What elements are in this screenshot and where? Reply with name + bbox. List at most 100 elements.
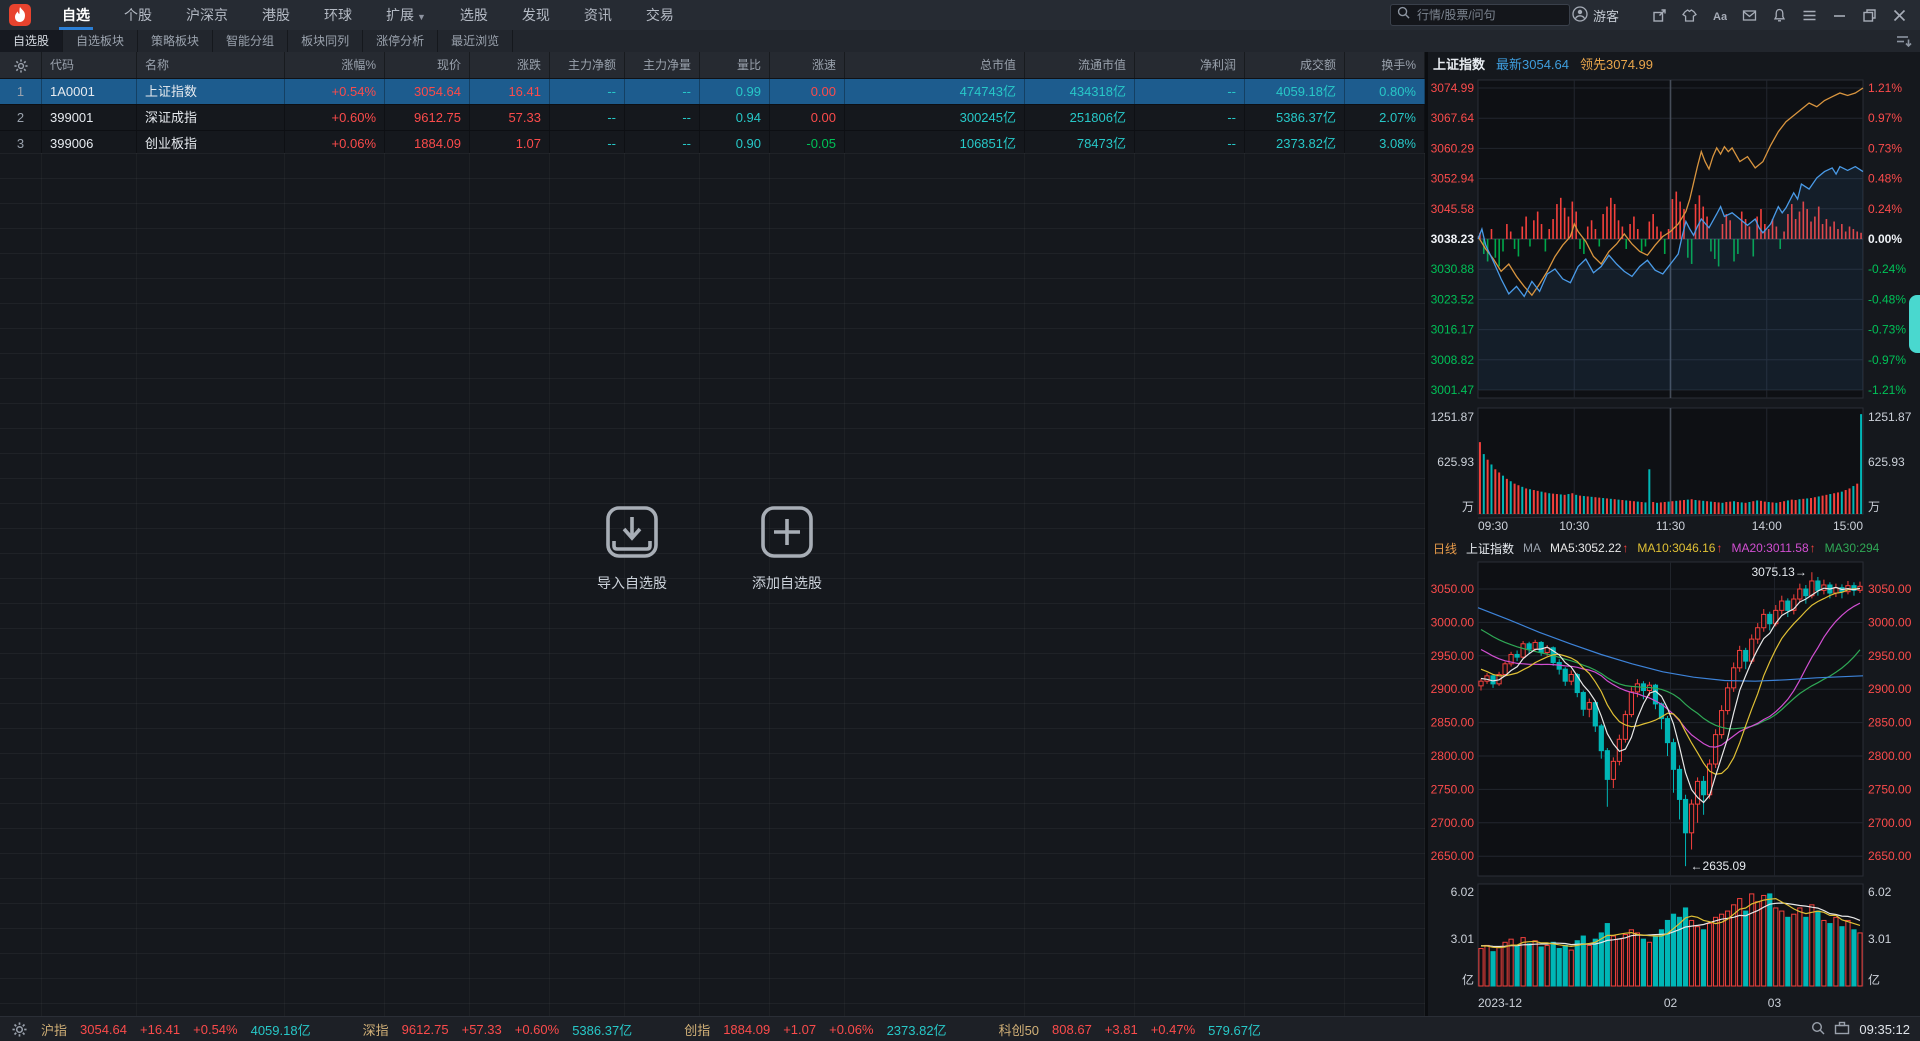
maximize-icon[interactable] [1854, 0, 1884, 30]
cell-col-price: 9612.75 [385, 105, 470, 130]
cell-col-main-net-amount: -- [550, 105, 625, 130]
header-col-code[interactable]: 代码 [42, 52, 137, 78]
kline-period[interactable]: 日线 [1433, 540, 1457, 557]
cell-col-total-cap: 474743亿 [845, 79, 1025, 104]
header-col-speed[interactable]: 涨速 [770, 52, 845, 78]
index-name: 深指 [362, 1022, 389, 1038]
header-col-main-net-vol[interactable]: 主力净量 [625, 52, 700, 78]
bell-icon[interactable] [1764, 0, 1794, 30]
table-row[interactable]: 1 1A0001 上证指数 +0.54% 3054.64 16.41 -- -- 0.99 0.0… [0, 79, 1425, 105]
svg-text:-0.24%: -0.24% [1868, 262, 1906, 276]
share-icon[interactable] [1644, 0, 1674, 30]
header-col-main-net-amount[interactable]: 主力净额 [550, 52, 625, 78]
settings-gear-icon[interactable] [12, 1021, 27, 1037]
header-col-total-cap[interactable]: 总市值 [845, 52, 1025, 78]
user-menu[interactable]: 游客 [1572, 0, 1619, 30]
header-col-turnover-rate[interactable]: 换手% [1345, 52, 1425, 78]
close-icon[interactable] [1884, 0, 1914, 30]
table-row[interactable]: 2 399001 深证成指 +0.60% 9612.75 57.33 -- -- 0.94 0.0… [0, 105, 1425, 131]
grid-line [549, 153, 550, 1016]
app-logo-icon[interactable] [9, 4, 31, 26]
index-amount: 4059.18亿 [250, 1022, 311, 1038]
column-settings-icon[interactable] [1896, 33, 1912, 53]
ma-value-text: MA30:294 [1824, 541, 1880, 555]
cell-col-name: 上证指数 [137, 79, 285, 104]
svg-text:3052.94: 3052.94 [1431, 172, 1475, 186]
cell-col-vol-ratio: 0.94 [700, 105, 770, 130]
header-col-net-profit[interactable]: 净利润 [1135, 52, 1245, 78]
svg-text:1251.87: 1251.87 [1868, 410, 1912, 424]
nav-item-5[interactable]: 扩展 ▼ [369, 0, 443, 30]
add-watchlist-button[interactable]: 添加自选股 [727, 505, 847, 593]
nav-item-3[interactable]: 港股 [245, 0, 307, 30]
table-empty-area [0, 153, 1425, 1016]
menu-icon[interactable] [1794, 0, 1824, 30]
main-nav: 自选 个股 沪深京 港股 环球 扩展 ▼ 选股 发现 资讯 交易 [45, 0, 691, 30]
clock-time: 09:35:12 [1859, 1021, 1910, 1037]
tab-自选板块[interactable]: 自选板块 [63, 30, 139, 52]
search-input[interactable] [1415, 7, 1539, 23]
nav-item-0[interactable]: 自选 [45, 0, 107, 30]
import-watchlist-button[interactable]: 导入自选股 [572, 505, 692, 593]
tab-自选股[interactable]: 自选股 [0, 30, 64, 52]
grid-line [41, 153, 42, 1016]
svg-text:亿: 亿 [1868, 972, 1880, 987]
nav-item-1[interactable]: 个股 [107, 0, 169, 30]
cell-col-turnover-rate: 0.80% [1345, 79, 1425, 104]
header-col-turnover[interactable]: 成交额 [1245, 52, 1345, 78]
search-box[interactable] [1390, 4, 1570, 26]
header-col-price[interactable]: 现价 [385, 52, 470, 78]
ma-value: MA30:294 [1825, 541, 1880, 555]
svg-text:Aa: Aa [1713, 11, 1727, 23]
header-col-change-pct[interactable]: 涨幅% [285, 52, 385, 78]
app-window: 自选个股沪深京港股环球扩展▼选股发现资讯交易 游客 Aa 自选股自选板块策略板块… [0, 0, 1920, 1041]
intraday-chart[interactable]: 3074.99 3067.64 3060.29 3052.94 3045.58 3038.… [1428, 74, 1920, 536]
header-col-float-cap[interactable]: 流通市值 [1025, 52, 1135, 78]
tab-最近浏览[interactable]: 最近浏览 [438, 30, 514, 52]
index-quote-创指[interactable]: 创指 1884.09 +1.07 +0.06% 2373.82亿 [684, 1020, 946, 1039]
svg-text:3030.88: 3030.88 [1431, 262, 1475, 276]
tab-策略板块[interactable]: 策略板块 [138, 30, 214, 52]
nav-item-9[interactable]: 交易 [629, 0, 691, 30]
cell-col-index: 1 [0, 79, 42, 104]
kline-chart[interactable]: 3050.00 3050.00 3000.00 3000.00 2950.00 2950.… [1428, 558, 1920, 1016]
font-size-icon[interactable]: Aa [1704, 0, 1734, 30]
index-name: 科创50 [998, 1022, 1040, 1038]
svg-text:625.93: 625.93 [1437, 455, 1474, 469]
index-quote-科创50[interactable]: 科创50 808.67 +3.81 +0.47% 579.67亿 [999, 1020, 1261, 1039]
nav-item-4[interactable]: 环球 [307, 0, 369, 30]
tab-板块同列[interactable]: 板块同列 [288, 30, 364, 52]
search-icon[interactable] [1811, 1021, 1825, 1038]
svg-text:3050.00: 3050.00 [1868, 582, 1912, 596]
tab-涨停分析[interactable]: 涨停分析 [363, 30, 439, 52]
grid-line [1244, 153, 1245, 1016]
skin-icon[interactable] [1674, 0, 1704, 30]
svg-text:10:30: 10:30 [1559, 519, 1589, 533]
connection-status-icon[interactable] [1834, 1021, 1850, 1038]
index-quote-深指[interactable]: 深指 9612.75 +57.33 +0.60% 5386.37亿 [363, 1020, 633, 1039]
mail-icon[interactable] [1734, 0, 1764, 30]
nav-item-6[interactable]: 选股 [443, 0, 505, 30]
ma-value: MA20:3011.58↑ [1731, 541, 1815, 555]
nav-item-7[interactable]: 发现 [505, 0, 567, 30]
header-col-change[interactable]: 涨跌 [470, 52, 550, 78]
header-col-name[interactable]: 名称 [137, 52, 285, 78]
cell-col-total-cap: 300245亿 [845, 105, 1025, 130]
tab-智能分组[interactable]: 智能分组 [213, 30, 289, 52]
header-col-vol-ratio[interactable]: 量比 [700, 52, 770, 78]
index-name: 沪指 [41, 1022, 68, 1038]
svg-text:3067.64: 3067.64 [1431, 111, 1475, 125]
table-settings-gear-icon[interactable] [0, 52, 42, 78]
svg-text:3001.47: 3001.47 [1431, 383, 1475, 397]
index-quote-沪指[interactable]: 沪指 3054.64 +16.41 +0.54% 4059.18亿 [41, 1020, 311, 1039]
cell-col-price: 3054.64 [385, 79, 470, 104]
svg-text:15:00: 15:00 [1833, 519, 1863, 533]
edge-handle[interactable] [1909, 295, 1920, 353]
chart-index-name[interactable]: 上证指数 [1433, 54, 1485, 73]
cell-col-code: 399001 [42, 105, 137, 130]
watchlist-tabs: 自选股 自选板块 策略板块 智能分组 板块同列 涨停分析 最近浏览 [0, 30, 1920, 53]
index-change: +1.07 [783, 1021, 817, 1037]
nav-item-8[interactable]: 资讯 [567, 0, 629, 30]
nav-item-2[interactable]: 沪深京 [169, 0, 245, 30]
minimize-icon[interactable] [1824, 0, 1854, 30]
